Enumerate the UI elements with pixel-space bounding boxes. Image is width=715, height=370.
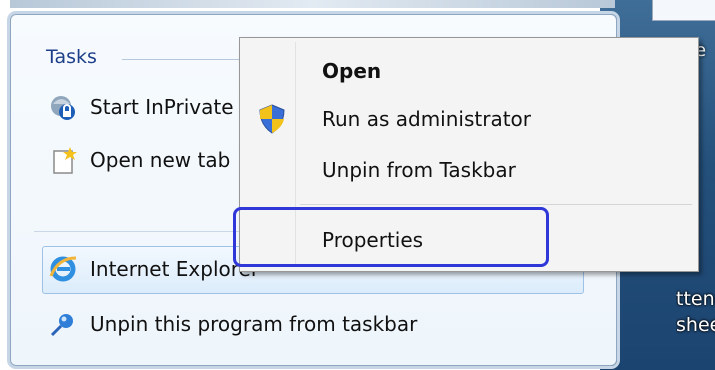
uac-shield-icon	[256, 103, 288, 135]
background-window-edge	[652, 0, 715, 21]
properties-highlight-box	[233, 207, 549, 267]
menu-item-open[interactable]: Open	[322, 57, 381, 85]
menu-item-run-as-administrator[interactable]: Run as administrator	[322, 105, 531, 133]
menu-separator	[300, 204, 692, 205]
unpin-pin-icon	[46, 307, 80, 341]
task-open-new-tab-label: Open new tab	[90, 148, 231, 172]
inprivate-icon	[46, 90, 80, 124]
task-open-new-tab[interactable]: Open new tab	[46, 143, 230, 177]
desktop-file-icon-label[interactable]: ttendan sheet	[676, 286, 715, 338]
menu-item-unpin-from-taskbar[interactable]: Unpin from Taskbar	[322, 156, 516, 184]
tasks-section-header: Tasks	[46, 46, 97, 68]
desktop-file-label-line2: sheet	[676, 314, 715, 336]
unpin-program-label: Unpin this program from taskbar	[90, 312, 418, 336]
unpin-program-action[interactable]: Unpin this program from taskbar	[46, 307, 417, 341]
taskbar-top-edge	[10, 0, 615, 8]
internet-explorer-item[interactable]: Internet Explorer	[46, 252, 259, 286]
internet-explorer-icon	[46, 252, 80, 286]
desktop-file-label-line1: ttendan	[676, 288, 715, 310]
new-tab-icon	[46, 143, 80, 177]
